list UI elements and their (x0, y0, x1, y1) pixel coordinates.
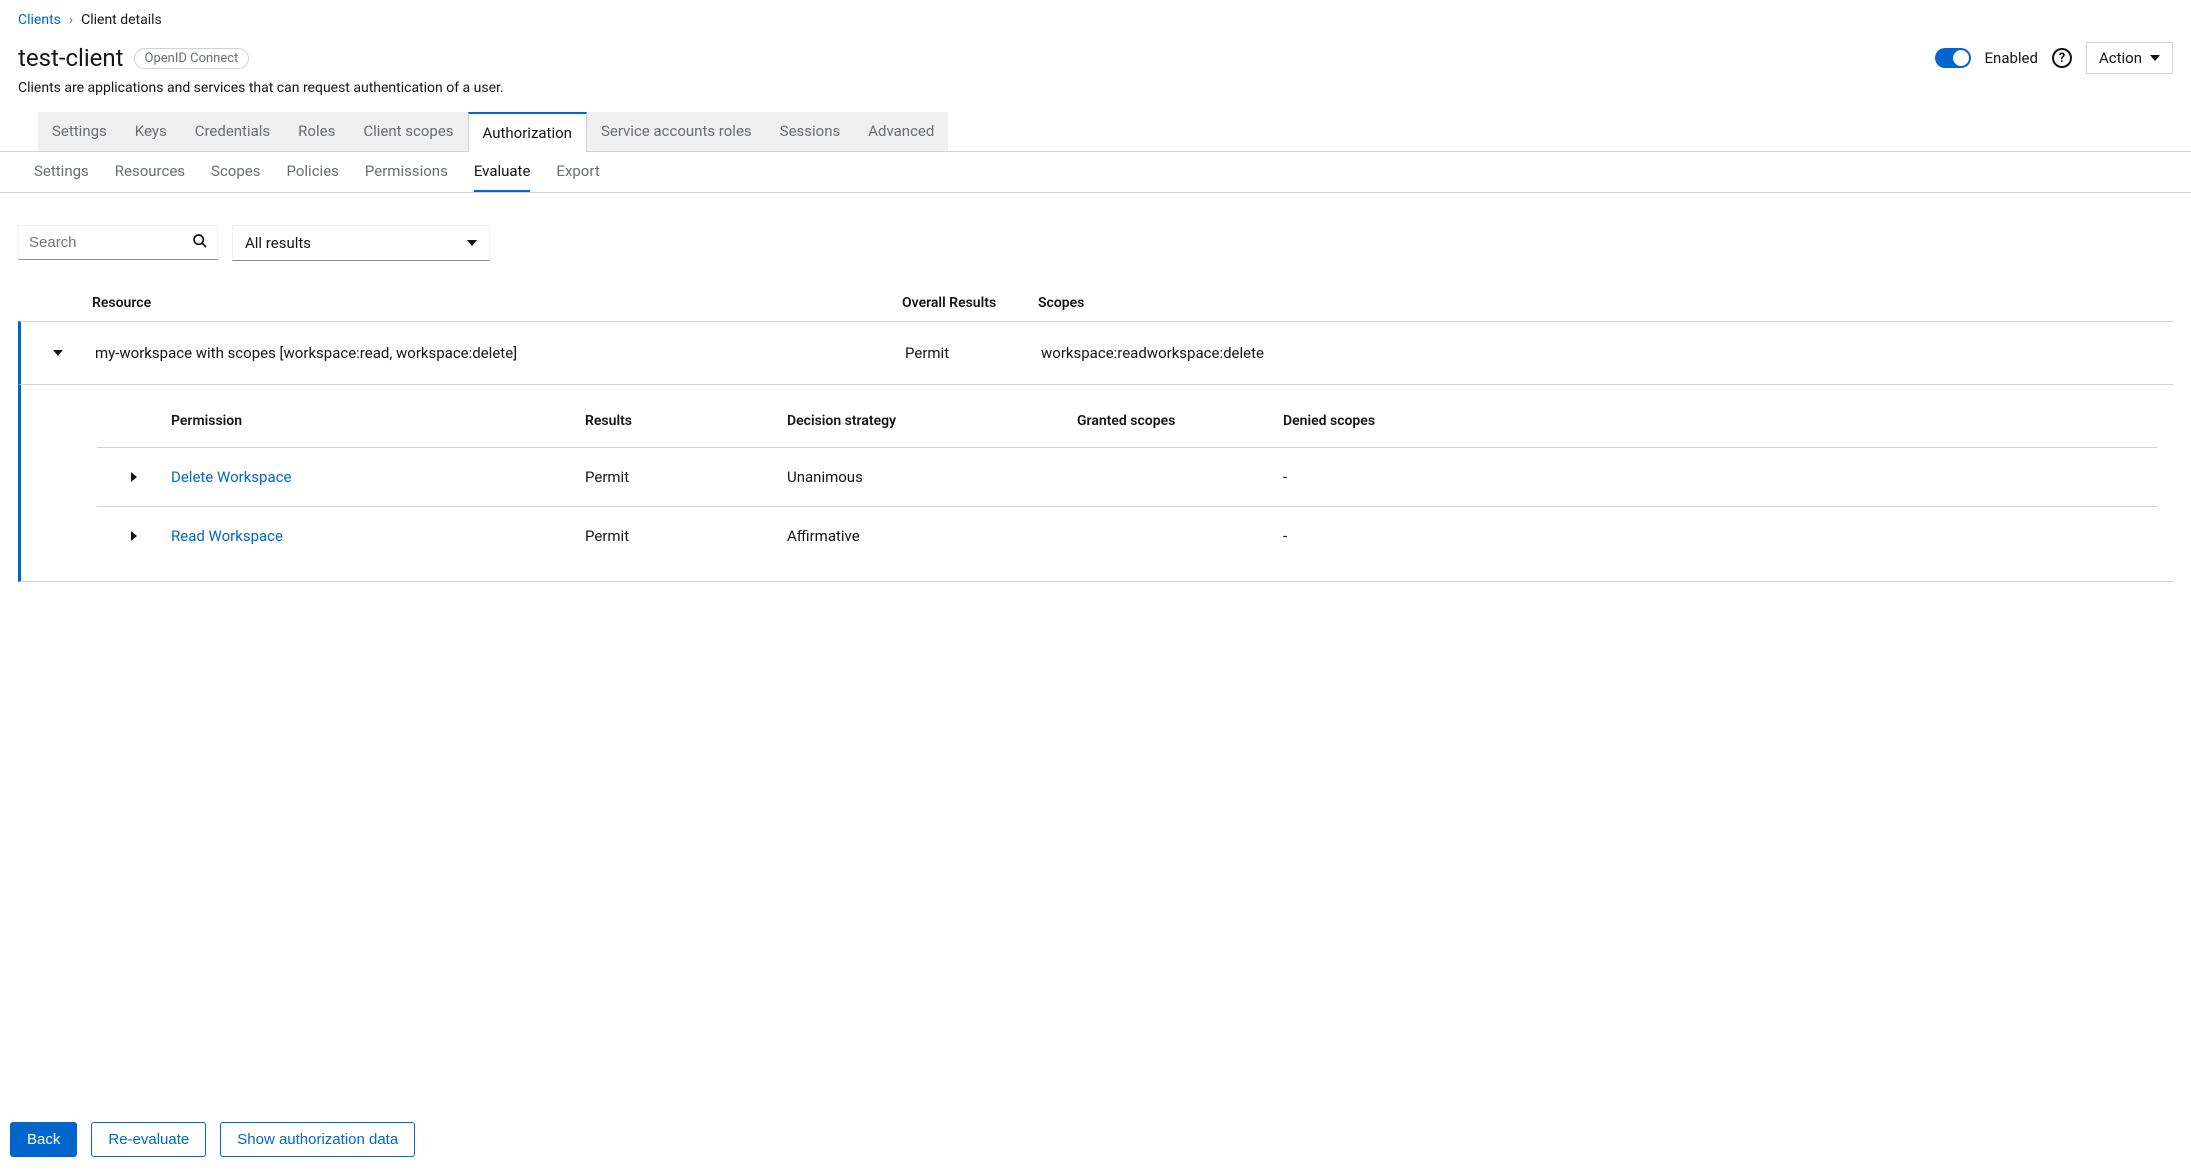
filter-selected-label: All results (245, 234, 311, 252)
chevron-right-icon (131, 531, 137, 541)
subtab-permissions[interactable]: Permissions (365, 162, 448, 192)
tabs-secondary: Settings Resources Scopes Policies Permissio… (0, 152, 2191, 193)
cell-resource: my-workspace with scopes [workspace:read… (95, 344, 905, 362)
expand-toggle[interactable] (97, 531, 171, 541)
chevron-right-icon: › (69, 12, 73, 28)
tab-sessions[interactable]: Sessions (766, 112, 855, 151)
subtab-export[interactable]: Export (556, 162, 599, 192)
subtab-resources[interactable]: Resources (115, 162, 185, 192)
tab-settings[interactable]: Settings (38, 112, 121, 151)
cell-denied: - (1283, 527, 2157, 545)
caret-down-icon (2150, 55, 2160, 61)
chevron-down-icon (53, 350, 63, 356)
breadcrumb-current: Client details (81, 12, 162, 28)
detail-row: Read Workspace PermitAffirmative - (97, 506, 2157, 565)
page-description: Clients are applications and services th… (18, 80, 2173, 96)
detail-header-denied: Denied scopes (1283, 413, 2173, 429)
permission-link[interactable]: Read Workspace (171, 527, 283, 545)
filter-dropdown[interactable]: All results (232, 225, 490, 261)
tabs-primary: SettingsKeysCredentialsRolesClient scope… (38, 112, 2173, 151)
back-button[interactable]: Back (10, 1122, 77, 1157)
table-row: my-workspace with scopes [workspace:read… (18, 321, 2173, 384)
detail-header-strategy: Decision strategy (787, 413, 1077, 429)
subtab-evaluate[interactable]: Evaluate (474, 162, 531, 192)
caret-down-icon (467, 240, 477, 246)
footer-bar: Back Re-evaluate Show authorization data (0, 1108, 2191, 1171)
header-scopes: Scopes (1038, 295, 2173, 311)
detail-header-results: Results (585, 413, 787, 429)
protocol-badge: OpenID Connect (134, 48, 250, 69)
tab-service-accounts-roles[interactable]: Service accounts roles (587, 112, 766, 151)
permission-link[interactable]: Delete Workspace (171, 468, 291, 486)
expand-toggle[interactable] (97, 472, 171, 482)
tab-keys[interactable]: Keys (121, 112, 181, 151)
chevron-right-icon (131, 472, 137, 482)
detail-header-granted: Granted scopes (1077, 413, 1283, 429)
reevaluate-button[interactable]: Re-evaluate (91, 1122, 206, 1157)
page-title: test-client (18, 44, 124, 72)
tab-advanced[interactable]: Advanced (854, 112, 948, 151)
cell-results: Permit (585, 527, 787, 545)
search-input[interactable] (18, 225, 218, 260)
tab-authorization[interactable]: Authorization (468, 112, 587, 152)
cell-strategy: Affirmative (787, 527, 1077, 545)
cell-denied: - (1283, 468, 2157, 486)
tab-client-scopes[interactable]: Client scopes (349, 112, 467, 151)
detail-header-permission: Permission (171, 413, 585, 429)
breadcrumb-link-clients[interactable]: Clients (18, 12, 61, 28)
subtab-policies[interactable]: Policies (286, 162, 338, 192)
breadcrumb: Clients › Client details (18, 12, 2173, 28)
subtab-settings[interactable]: Settings (34, 162, 89, 192)
detail-panel: Permission Results Decision strategy Gra… (18, 384, 2173, 582)
table-header-row: Resource Overall Results Scopes (18, 285, 2173, 321)
enabled-label: Enabled (1985, 49, 2038, 67)
subtab-scopes[interactable]: Scopes (211, 162, 260, 192)
header-resource: Resource (92, 295, 902, 311)
action-dropdown[interactable]: Action (2086, 42, 2173, 74)
detail-row: Delete Workspace PermitUnanimous - (97, 447, 2157, 506)
tab-credentials[interactable]: Credentials (181, 112, 284, 151)
help-icon[interactable]: ? (2052, 48, 2072, 68)
cell-strategy: Unanimous (787, 468, 1077, 486)
action-dropdown-label: Action (2099, 49, 2142, 67)
header-overall: Overall Results (902, 295, 1038, 311)
enabled-toggle[interactable] (1935, 48, 1971, 68)
search-icon[interactable] (192, 233, 208, 253)
cell-scopes: workspace:readworkspace:delete (1041, 344, 2173, 362)
cell-overall: Permit (905, 344, 1041, 362)
tab-roles[interactable]: Roles (284, 112, 349, 151)
cell-results: Permit (585, 468, 787, 486)
expand-toggle[interactable] (21, 350, 95, 356)
show-authorization-button[interactable]: Show authorization data (220, 1122, 415, 1157)
